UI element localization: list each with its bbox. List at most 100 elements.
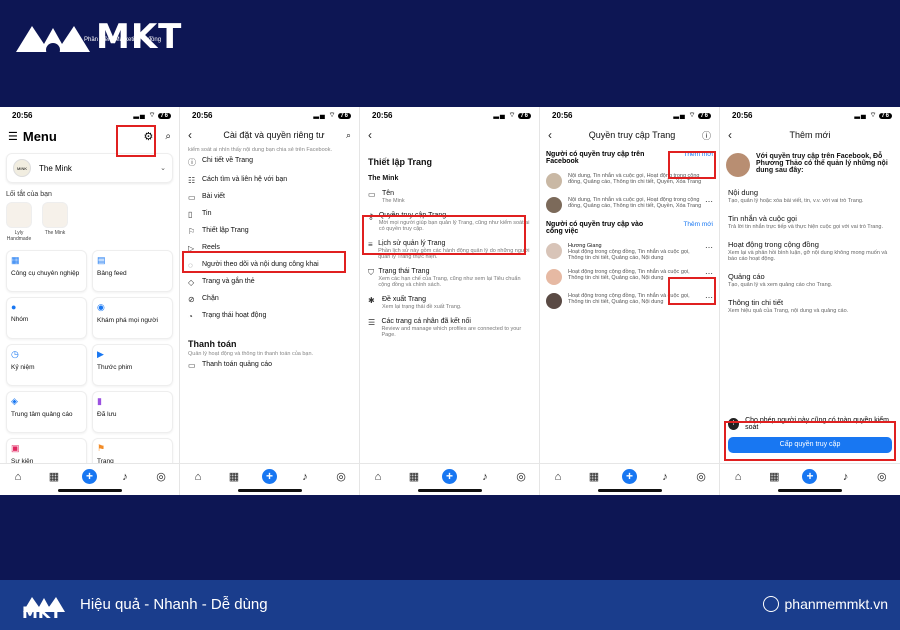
bell-icon[interactable]: ♪ <box>838 471 854 483</box>
footer-site[interactable]: phanmemmkt.vn <box>762 596 888 612</box>
settings-item-label: Trang và gắn thẻ <box>202 278 255 285</box>
profile-icon[interactable]: ◎ <box>513 470 529 483</box>
menu-card[interactable]: ▶ Thước phim <box>92 344 173 386</box>
shortcuts-label: Lối tắt của bạn <box>6 191 52 198</box>
back-icon[interactable]: ‹ <box>368 128 382 142</box>
permission-desc: Tạo, quản lý hoặc xóa bài viết, tin, v.v… <box>728 198 864 204</box>
search-icon[interactable]: ⌕ <box>346 130 351 141</box>
bell-icon[interactable]: ♪ <box>657 471 673 483</box>
bell-icon[interactable]: ♪ <box>117 471 133 483</box>
setup-item[interactable]: ⛉ Trạng thái Trang Xem các hạn chế của Tra… <box>360 264 539 292</box>
page-title: Cài đặt và quyền riêng tư <box>223 130 325 140</box>
store-icon[interactable]: ▦ <box>406 470 422 483</box>
status-bar: 20:56 ▂▄ ⌔ 76 <box>540 107 719 123</box>
profile-icon[interactable]: ◎ <box>693 470 709 483</box>
hamburger-icon[interactable]: ☰ <box>8 130 18 143</box>
menu-card[interactable]: ◉ Khám phá mọi người <box>92 297 173 339</box>
menu-card[interactable]: ▤ Bảng feed <box>92 250 173 292</box>
status-icons: ▂▄ ⌔ 76 <box>313 111 351 119</box>
person-row[interactable]: Nội dung, Tin nhắn và cuộc gọi, Hoạt độn… <box>540 193 719 217</box>
status-time: 20:56 <box>12 110 33 120</box>
store-icon[interactable]: ▦ <box>766 470 782 483</box>
bell-icon[interactable]: ♪ <box>297 471 313 483</box>
menu-card[interactable]: ▦ Công cụ chuyên nghiệp <box>6 250 87 292</box>
home-icon[interactable]: ⌂ <box>190 471 206 483</box>
chevron-down-icon[interactable]: ⌄ <box>160 164 166 172</box>
menu-card-label: Bảng feed <box>97 270 127 277</box>
home-icon[interactable]: ⌂ <box>730 471 746 483</box>
search-icon[interactable]: ⌕ <box>165 131 171 142</box>
home-icon[interactable]: ⌂ <box>550 471 566 483</box>
contact-icon: ☷ <box>188 176 196 185</box>
profile-name: The Mink <box>39 163 72 173</box>
menu-card[interactable]: ◈ Trung tâm quảng cáo <box>6 391 87 433</box>
menu-card[interactable]: ● Nhóm <box>6 297 87 339</box>
calendar-icon: ▣ <box>11 443 20 453</box>
add-new-button[interactable]: Thêm mới <box>683 221 713 235</box>
settings-item[interactable]: ◔ Trạng thái hoạt động <box>180 308 359 325</box>
person-perms: Hoạt động trong cộng đồng, Tin nhắn và c… <box>568 249 690 261</box>
profile-icon[interactable]: ◎ <box>153 470 169 483</box>
shortcut-label: The Mink <box>44 230 66 236</box>
more-icon[interactable]: ⋯ <box>705 197 713 206</box>
permission-item: Quảng cáo Tạo, quản lý và xem quảng cáo c… <box>720 267 900 293</box>
back-icon[interactable]: ‹ <box>728 128 742 142</box>
create-icon[interactable]: + <box>82 469 97 484</box>
setup-item[interactable]: ☰ Các trang cá nhân đã kết nối Review and … <box>360 314 539 342</box>
settings-item[interactable]: ▭ Bài viết <box>180 189 359 206</box>
more-icon[interactable]: ⋯ <box>705 243 713 252</box>
card-icon: ▭ <box>188 361 196 370</box>
setup-item-desc: Xem lại trạng thái đề xuất Trang. <box>382 304 462 310</box>
highlight-box <box>668 151 716 179</box>
shortcut-item[interactable]: The Mink <box>42 202 68 242</box>
saved-icon: ▮ <box>97 396 102 406</box>
permission-item: Tin nhắn và cuộc gọi Trả lời tin nhắn trự… <box>720 209 900 235</box>
menu-card-label: Trung tâm quảng cáo <box>11 411 73 418</box>
menu-card-label: Thước phim <box>97 364 133 371</box>
back-icon[interactable]: ‹ <box>188 128 202 142</box>
phone-settings: 20:56 ▂▄ ⌔ 76 ‹ Cài đặt và quyền riêng tư ⌕ … <box>180 107 360 495</box>
book-icon: ▯ <box>188 210 193 219</box>
footer-tagline: Hiệu quả - Nhanh - Dễ dùng <box>80 596 268 613</box>
profile-icon[interactable]: ◎ <box>874 470 890 483</box>
person-row[interactable]: Hương Giang Hoạt động trong cộng đồng, Ti… <box>540 239 719 265</box>
store-icon[interactable]: ▦ <box>586 470 602 483</box>
name-icon: ▭ <box>368 190 376 199</box>
create-icon[interactable]: + <box>442 469 457 484</box>
setup-item-label: Tên <box>382 190 395 197</box>
avatar <box>546 173 562 189</box>
info-icon: ⓘ <box>188 158 196 167</box>
home-icon[interactable]: ⌂ <box>10 471 26 483</box>
settings-item[interactable]: ⊘ Chặn <box>180 291 359 308</box>
store-icon[interactable]: ▦ <box>226 470 242 483</box>
profile-icon[interactable]: ◎ <box>333 470 349 483</box>
settings-item[interactable]: ⓘ Chi tiết về Trang <box>180 153 359 172</box>
bell-icon[interactable]: ♪ <box>477 471 493 483</box>
section-title: Người có quyền truy cập vào công việc <box>546 221 644 235</box>
settings-item[interactable]: ▯ Tin <box>180 206 359 223</box>
status-bar: 20:56 ▂▄ ⌔ 76 <box>720 107 900 123</box>
profile-card[interactable]: MINK The Mink ⌄ <box>6 153 173 183</box>
status-icons: ▂▄ ⌔ 76 <box>673 111 711 119</box>
shortcut-item[interactable]: Lyly Handmade <box>6 202 32 242</box>
home-icon[interactable]: ⌂ <box>370 471 386 483</box>
settings-item[interactable]: ▭ Thanh toán quảng cáo <box>180 357 359 374</box>
menu-card[interactable]: ▮ Đã lưu <box>92 391 173 433</box>
settings-item-page-setup[interactable]: ⚐ Thiết lập Trang <box>180 223 359 240</box>
back-icon[interactable]: ‹ <box>548 128 562 142</box>
settings-item[interactable]: ◇ Trang và gắn thẻ <box>180 274 359 291</box>
home-indicator <box>57 489 122 492</box>
settings-item[interactable]: ☷ Cách tìm và liên hệ với bạn <box>180 172 359 189</box>
create-icon[interactable]: + <box>622 469 637 484</box>
setup-item[interactable]: ▭ Tên The Mink <box>360 186 539 208</box>
feed-icon: ▤ <box>97 255 106 265</box>
menu-card[interactable]: ◷ Kỷ niệm <box>6 344 87 386</box>
video-icon: ▶ <box>97 349 104 359</box>
store-icon[interactable]: ▦ <box>46 470 62 483</box>
setup-item[interactable]: ✱ Đề xuất Trang Xem lại trạng thái đề xuất… <box>360 292 539 314</box>
create-icon[interactable]: + <box>262 469 277 484</box>
info-icon[interactable]: ⓘ <box>702 129 711 142</box>
highlight-box <box>668 277 716 305</box>
shortcut-thumb <box>6 202 32 228</box>
create-icon[interactable]: + <box>802 469 818 484</box>
